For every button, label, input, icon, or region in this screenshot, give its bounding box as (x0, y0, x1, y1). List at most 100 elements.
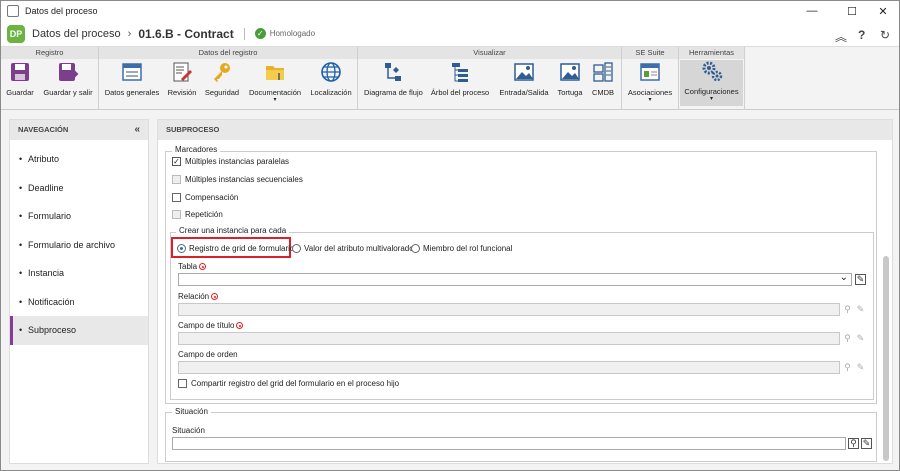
situacion-label: Situación (172, 426, 205, 435)
search-icon[interactable]: ⚲ (848, 438, 859, 449)
folder-icon (266, 66, 284, 80)
checkbox-icon (178, 379, 187, 388)
navigation-title: NAVEGACIÓN (18, 125, 69, 134)
record-header: DP Datos del proceso › 01.6.B - Contract… (1, 21, 899, 47)
diagrama-label: Diagrama de flujo (364, 88, 423, 97)
relacion-field[interactable] (178, 303, 840, 316)
dropdown-arrow-icon: ▾ (709, 96, 713, 102)
refresh-icon[interactable]: ↻ (880, 28, 890, 42)
collapse-left-icon[interactable]: « (134, 120, 140, 140)
datos-generales-button[interactable]: Datos generales (104, 61, 160, 97)
nav-item-label: Subproceso (28, 325, 77, 335)
compartir-registro-checkbox[interactable]: Compartir registro del grid del formular… (178, 379, 399, 388)
dropdown-arrow-icon: ▾ (648, 97, 652, 103)
minimize-button[interactable]: — (796, 1, 828, 21)
help-icon[interactable]: ? (858, 28, 865, 42)
campo-titulo-field[interactable] (178, 332, 840, 345)
guardar-label: Guardar (6, 88, 34, 97)
multiples-secuenciales-checkbox[interactable]: Múltiples instancias secuenciales (172, 175, 303, 184)
checkbox-checked-icon: ✓ (172, 156, 181, 166)
registro-grid-radio[interactable]: Registro de grid de formulario (177, 244, 294, 253)
checkbox-label: Repetición (185, 210, 223, 219)
tortuga-button[interactable]: Tortuga (556, 61, 584, 97)
window-title: Datos del proceso (25, 6, 98, 16)
configuraciones-button[interactable]: Configuraciones ▾ (680, 60, 743, 106)
nav-item-instancia[interactable]: • Instancia (10, 259, 148, 288)
arbol-label: Árbol del proceso (430, 88, 490, 97)
bullet-icon: • (19, 325, 23, 335)
campo-titulo-label: Campo de título (178, 321, 244, 330)
application-window: Datos del proceso — ☐ ✕ DP Datos del pro… (0, 0, 900, 471)
radio-icon (292, 244, 301, 253)
nav-item-deadline[interactable]: • Deadline (10, 174, 148, 203)
clear-field-icon[interactable]: ✎ (855, 362, 866, 373)
clear-field-icon[interactable]: ✎ (855, 304, 866, 315)
clear-field-icon[interactable]: ✎ (861, 438, 872, 449)
checkbox-label: Compensación (185, 193, 239, 202)
crear-instancia-legend: Crear una instancia para cada (176, 226, 290, 235)
group-title: SE Suite (622, 47, 678, 59)
tabla-select[interactable]: ⌄ (178, 272, 852, 286)
dropdown-arrow-icon: ▾ (273, 97, 277, 103)
breadcrumb-root[interactable]: Datos del proceso (32, 28, 121, 40)
status-text: Homologado (269, 29, 316, 38)
clear-field-icon[interactable]: ✎ (855, 333, 866, 344)
group-title: Herramientas (679, 47, 744, 59)
documentacion-button[interactable]: Documentación ▾ (247, 61, 303, 103)
localizacion-label: Localización (310, 88, 352, 97)
nav-item-formulario-archivo[interactable]: • Formulario de archivo (10, 231, 148, 260)
search-icon[interactable]: ⚲ (842, 333, 853, 344)
checkbox-label: Múltiples instancias paralelas (185, 157, 290, 166)
revision-icon (173, 62, 192, 82)
valor-atributo-radio[interactable]: Valor del atributo multivalorado (292, 244, 414, 253)
radio-label: Registro de grid de formulario (189, 244, 295, 253)
nav-item-subproceso[interactable]: • Subproceso (10, 316, 148, 345)
subproceso-panel: SUBPROCESO Marcadores ✓ Múltiples instanc… (157, 119, 893, 464)
revision-button[interactable]: Revisión (167, 61, 197, 97)
campo-orden-field[interactable] (178, 361, 840, 374)
save-icon (11, 63, 29, 81)
navigation-header: NAVEGACIÓN « (10, 120, 148, 140)
seguridad-button[interactable]: Seguridad (204, 61, 240, 97)
arbol-button[interactable]: Árbol del proceso (430, 61, 490, 97)
repeticion-checkbox[interactable]: Repetición (172, 210, 223, 219)
multiples-paralelas-checkbox[interactable]: ✓ Múltiples instancias paralelas (172, 157, 289, 166)
vertical-scrollbar[interactable] (883, 256, 889, 461)
divider (243, 27, 245, 40)
revision-label: Revisión (167, 88, 197, 97)
window-icon (122, 63, 142, 81)
maximize-button[interactable]: ☐ (836, 1, 868, 21)
guardar-y-salir-button[interactable]: Guardar y salir (43, 61, 93, 97)
checkbox-label: Múltiples instancias secuenciales (185, 175, 303, 184)
search-icon[interactable]: ⚲ (842, 362, 853, 373)
cmdb-button[interactable]: CMDB (589, 61, 617, 97)
radio-label: Miembro del rol funcional (423, 244, 513, 253)
bullet-icon: • (19, 182, 23, 193)
datos-generales-label: Datos generales (104, 88, 160, 97)
tree-icon (452, 63, 468, 82)
entrada-salida-button[interactable]: Entrada/Salida (498, 61, 550, 97)
tortuga-label: Tortuga (557, 88, 583, 97)
ribbon-group-registro: Registro Guardar Guardar y salir (1, 47, 99, 110)
localizacion-button[interactable]: Localización (309, 61, 353, 97)
clear-field-icon[interactable]: ✎ (855, 274, 866, 285)
associations-icon (640, 63, 660, 81)
nav-item-atributo[interactable]: • Atributo (10, 145, 148, 174)
compensacion-checkbox[interactable]: Compensación (172, 193, 238, 202)
nav-item-notificacion[interactable]: • Notificación (10, 288, 148, 317)
nav-item-label: Instancia (28, 268, 65, 278)
miembro-rol-radio[interactable]: Miembro del rol funcional (411, 244, 512, 253)
relacion-text: Relación (178, 292, 210, 301)
group-title: Datos del registro (99, 47, 357, 59)
close-button[interactable]: ✕ (867, 1, 899, 21)
search-icon[interactable]: ⚲ (842, 304, 853, 315)
situacion-field[interactable] (172, 437, 846, 450)
cmdb-label: CMDB (591, 88, 615, 97)
diagrama-button[interactable]: Diagrama de flujo (364, 61, 423, 97)
nav-item-formulario[interactable]: • Formulario (10, 202, 148, 231)
status-badge: ✓ Homologado (254, 28, 316, 39)
collapse-header-icon[interactable]: ︽ (835, 28, 847, 45)
save-exit-icon (59, 63, 79, 81)
guardar-button[interactable]: Guardar (5, 61, 35, 97)
asociaciones-button[interactable]: Asociaciones ▾ (626, 61, 674, 103)
